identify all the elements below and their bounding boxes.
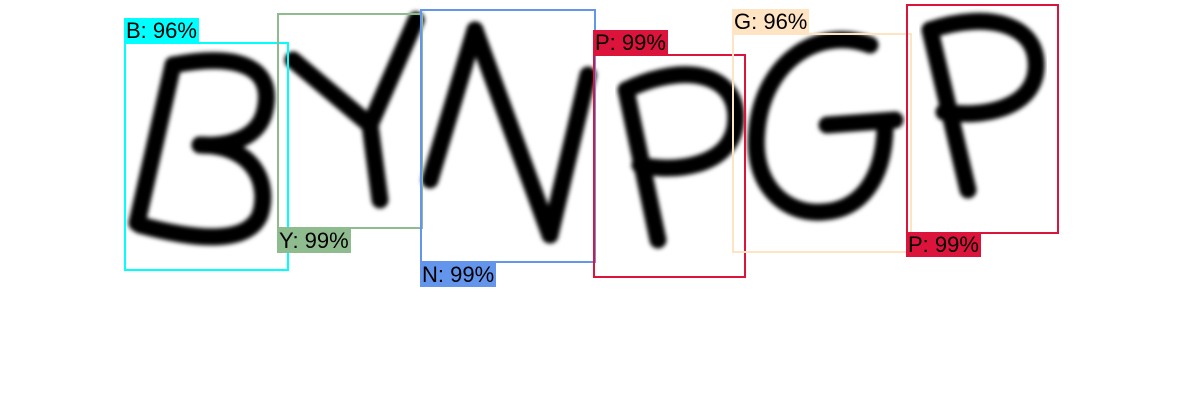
- detection-box-y: [277, 13, 423, 229]
- detection-label-y: Y: 99%: [277, 228, 351, 253]
- detection-label-n: N: 99%: [420, 262, 497, 287]
- detection-label-p-2: P: 99%: [906, 232, 981, 257]
- detection-box-n: [420, 9, 596, 263]
- captcha-detection-canvas: B: 96% Y: 99% N: 99% P: 99% G: 96% P: 99…: [0, 0, 1200, 420]
- detection-box-b: [124, 42, 289, 271]
- detection-box-p-2: [906, 4, 1059, 234]
- detection-label-b: B: 96%: [124, 18, 199, 43]
- detection-label-g: G: 96%: [732, 9, 810, 34]
- detection-box-g: [732, 33, 912, 253]
- detection-box-p-1: [593, 54, 746, 278]
- detection-label-p-1: P: 99%: [593, 30, 668, 55]
